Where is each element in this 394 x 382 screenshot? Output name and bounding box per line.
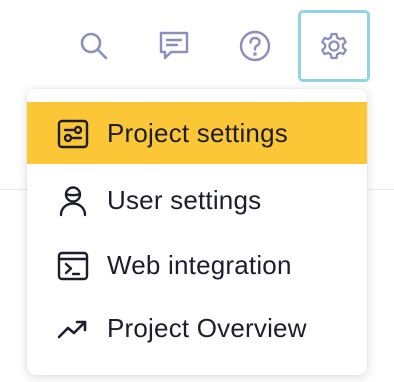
help-button[interactable]	[219, 10, 291, 82]
trending-up-icon	[56, 312, 90, 346]
page: Project settings User settings Web integ…	[0, 0, 394, 382]
menu-item-web-integration[interactable]: Web integration	[27, 234, 367, 296]
messages-button[interactable]	[138, 10, 210, 82]
terminal-icon	[56, 249, 90, 283]
search-icon	[80, 32, 108, 60]
project-settings-icon	[56, 117, 90, 151]
chat-icon	[159, 31, 189, 60]
menu-item-label: Web integration	[107, 249, 292, 280]
help-icon	[239, 30, 271, 62]
search-button[interactable]	[58, 10, 130, 82]
menu-item-label: Project Overview	[107, 312, 307, 343]
settings-button[interactable]	[298, 10, 370, 82]
menu-item-project-overview[interactable]: Project Overview	[27, 297, 367, 359]
menu-item-project-settings[interactable]: Project settings	[27, 102, 367, 164]
menu-item-user-settings[interactable]: User settings	[27, 169, 367, 231]
settings-dropdown-menu: Project settings User settings Web integ…	[27, 89, 367, 375]
gear-icon	[321, 32, 347, 60]
menu-item-label: Project settings	[107, 117, 288, 148]
user-icon	[56, 184, 90, 218]
menu-item-label: User settings	[107, 184, 262, 215]
